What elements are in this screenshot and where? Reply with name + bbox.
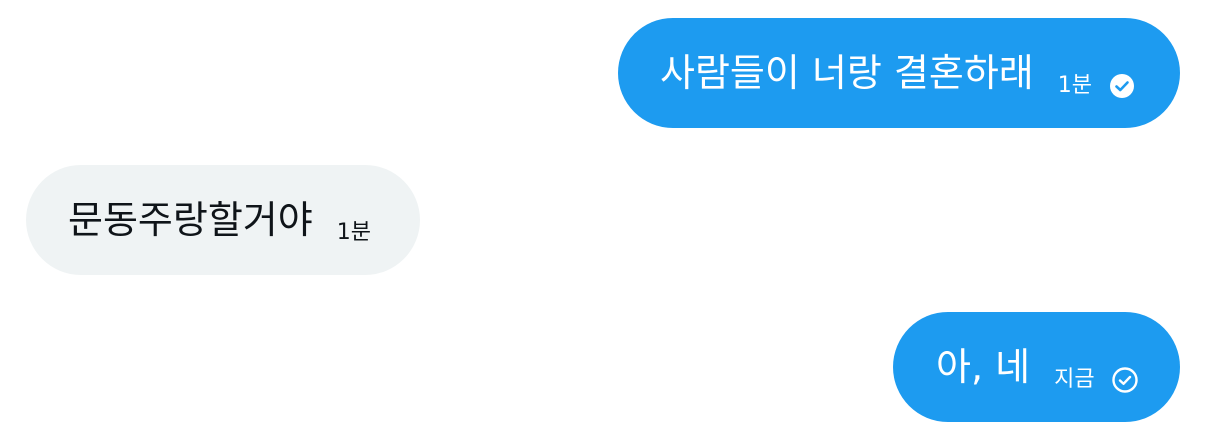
message-meta: 1분	[337, 222, 371, 244]
sent-message-bubble[interactable]: 사람들이 너랑 결혼하래 1분	[618, 18, 1180, 128]
message-text: 아, 네	[936, 345, 1031, 389]
message-timestamp: 1분	[1057, 73, 1093, 98]
check-circle-outline-icon	[1111, 366, 1139, 394]
message-text: 사람들이 너랑 결혼하래	[660, 51, 1034, 95]
message-text: 문동주랑할거야	[68, 198, 313, 242]
message-meta: 1분	[1058, 72, 1136, 100]
message-meta: 지금	[1054, 366, 1138, 394]
message-timestamp: 1분	[336, 220, 371, 245]
message-timestamp: 지금	[1054, 367, 1095, 392]
received-message-bubble[interactable]: 문동주랑할거야 1분	[26, 165, 420, 275]
check-circle-filled-icon	[1108, 72, 1136, 100]
sent-message-bubble[interactable]: 아, 네 지금	[893, 312, 1180, 422]
